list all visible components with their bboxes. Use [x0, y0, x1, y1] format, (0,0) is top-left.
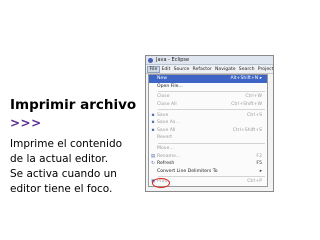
- description-line: Imprime el contenido: [10, 138, 123, 150]
- menubar-item-navigate[interactable]: Navigate: [213, 67, 237, 72]
- rename-icon: ▤: [150, 153, 156, 159]
- menu-item-revert[interactable]: Revert: [149, 134, 267, 142]
- menu-item-label: Rename...: [157, 153, 181, 159]
- menu-item-label: Open File...: [157, 83, 183, 89]
- menu-item-close-all[interactable]: Close All Ctrl+Shift+W: [149, 101, 267, 109]
- menu-item-save-all[interactable]: ▪ Save All Ctrl+Shift+S: [149, 127, 267, 135]
- eclipse-window: Java - Eclipse File Edit Source Refactor Nav…: [145, 55, 274, 192]
- menu-separator: [158, 109, 265, 111]
- menu-separator: [158, 176, 265, 178]
- menu-item-label: Save: [157, 112, 169, 118]
- menubar-item-edit[interactable]: Edit: [160, 67, 172, 72]
- menu-item-label: Refresh: [157, 161, 175, 167]
- menubar-item-file[interactable]: File: [147, 65, 160, 73]
- slide-arrows: >>>: [10, 116, 42, 130]
- slide-description: Imprime el contenido de la actual editor.…: [10, 137, 122, 197]
- eclipse-icon: [148, 57, 153, 63]
- description-line: Se activa cuando un: [10, 168, 117, 180]
- slide-title: Imprimir archivo: [10, 97, 137, 113]
- menu-item-shortcut: Alt+Shift+N ▸: [230, 76, 262, 82]
- menu-item-shortcut: Ctrl+Shift+S: [232, 127, 262, 133]
- menubar-item-source[interactable]: Source: [172, 67, 191, 72]
- save-as-icon: ▪: [151, 120, 155, 126]
- menu-separator: [158, 91, 265, 93]
- description-line: de la actual editor.: [10, 153, 109, 165]
- menu-item-shortcut: F5: [256, 161, 262, 167]
- save-icon: ▪: [151, 112, 155, 118]
- menu-separator: [158, 142, 265, 144]
- menu-item-convert-line-delimiters-to[interactable]: Convert Line Delimiters To ▸: [149, 168, 267, 176]
- window-titlebar: Java - Eclipse: [146, 56, 273, 65]
- file-menu: New Alt+Shift+N ▸ Open File... Close Ctrl+W C…: [148, 74, 268, 189]
- menu-item-open-file[interactable]: Open File...: [149, 83, 267, 91]
- menu-item-label: New: [157, 76, 168, 82]
- highlight-circle: [152, 178, 170, 189]
- menu-item-shortcut: Ctrl+P: [247, 179, 262, 185]
- save-all-icon: ▪: [151, 127, 155, 133]
- menu-item-label: Print...: [157, 179, 172, 185]
- menu-item-label: Save As...: [157, 120, 180, 126]
- menu-item-save[interactable]: ▪ Save Ctrl+S: [149, 111, 267, 119]
- menu-item-label: Revert: [157, 135, 173, 141]
- menu-item-shortcut: F2: [256, 153, 262, 159]
- menu-item-refresh[interactable]: ↻ Refresh F5: [149, 160, 267, 168]
- menu-item-label: Close All: [157, 102, 177, 108]
- menu-item-shortcut: ▸: [259, 168, 262, 174]
- menu-item-print[interactable]: ▣ Print... Ctrl+P: [149, 178, 267, 189]
- menu-item-label: Save All: [157, 127, 176, 133]
- menu-item-save-as[interactable]: ▪ Save As...: [149, 119, 267, 127]
- menu-item-label: Move...: [157, 146, 174, 152]
- menu-item-rename[interactable]: ▤ Rename... F2: [149, 152, 267, 160]
- menu-item-shortcut: Ctrl+S: [247, 112, 262, 118]
- menu-item-label: Close: [157, 94, 170, 100]
- menu-item-new[interactable]: New Alt+Shift+N ▸: [149, 75, 267, 83]
- menu-item-shortcut: Ctrl+W: [245, 94, 262, 100]
- description-line: editor tiene el foco.: [10, 183, 113, 195]
- menubar-item-refactor[interactable]: Refactor: [191, 67, 213, 72]
- menubar-item-project[interactable]: Project: [256, 67, 273, 72]
- menu-item-label: Convert Line Delimiters To: [157, 168, 218, 174]
- menu-item-shortcut: Ctrl+Shift+W: [231, 102, 262, 108]
- menu-item-close[interactable]: Close Ctrl+W: [149, 93, 267, 101]
- menu-item-move[interactable]: Move...: [149, 145, 267, 153]
- refresh-icon: ↻: [151, 161, 155, 167]
- menubar: File Edit Source Refactor Navigate Search Proj…: [146, 65, 273, 74]
- window-title: Java - Eclipse: [156, 57, 190, 63]
- menubar-item-search[interactable]: Search: [237, 67, 256, 72]
